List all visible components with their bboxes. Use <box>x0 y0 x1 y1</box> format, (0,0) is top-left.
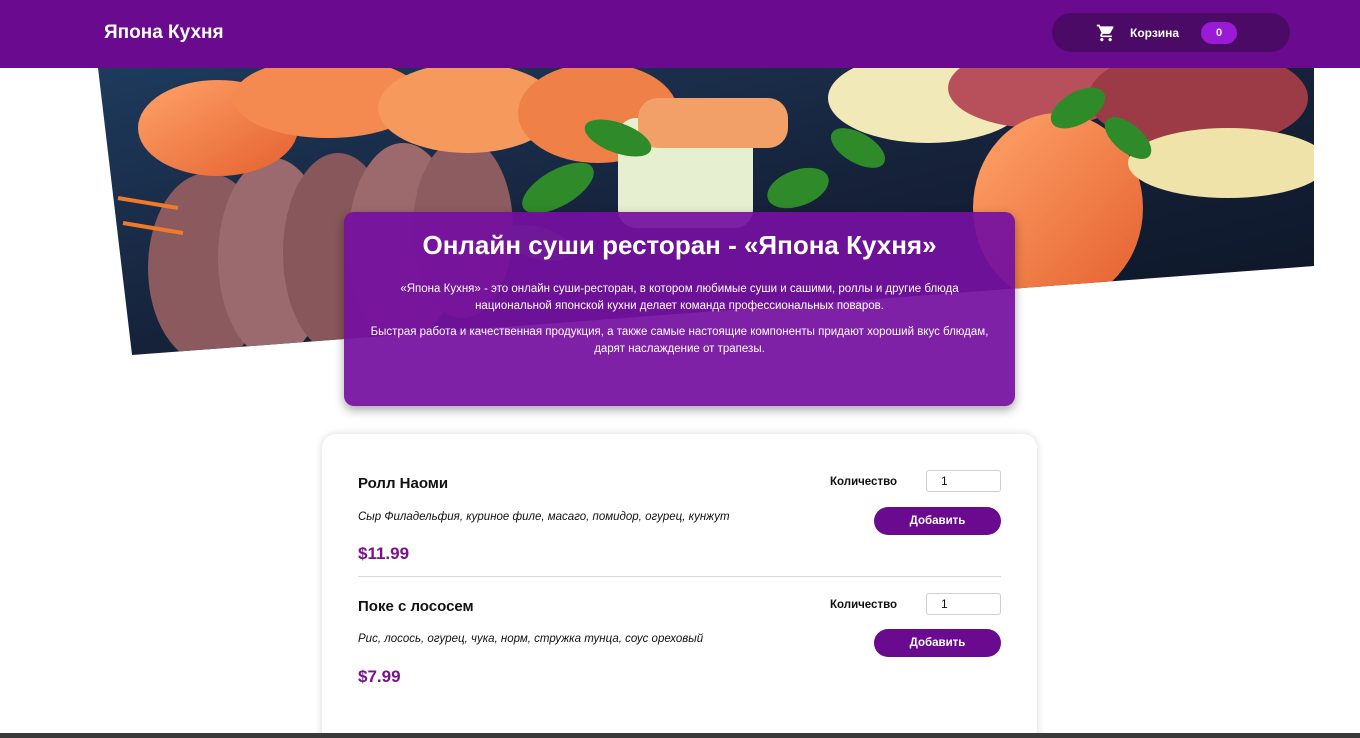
hero-paragraph-2: Быстрая работа и качественная продукция,… <box>370 326 989 355</box>
quantity-label: Количество <box>830 599 898 611</box>
cart-icon <box>1096 24 1114 41</box>
menu-item: Ролл Наоми Сыр Филадельфия, куриное филе… <box>358 434 1001 576</box>
cart-button[interactable]: Корзина 0 <box>1052 13 1290 52</box>
menu-item: Поке с лососем Рис, лосось, огурец, чука… <box>358 576 1001 718</box>
item-name: Поке с лососем <box>358 598 474 615</box>
quantity-label: Количество <box>830 476 898 488</box>
item-name: Ролл Наоми <box>358 475 449 492</box>
cart-count-badge: 0 <box>1201 21 1238 44</box>
quantity-input[interactable] <box>926 470 1001 492</box>
item-description: Рис, лосось, огурец, чука, норм, стружка… <box>358 633 704 645</box>
hero-info-card: Онлайн суши ресторан - «Япона Кухня» «Яп… <box>344 212 1015 406</box>
add-to-cart-button[interactable]: Добавить <box>874 507 1001 535</box>
item-price: $7.99 <box>358 667 401 686</box>
window-bottom-edge <box>0 733 1360 738</box>
hero-title: Онлайн суши ресторан - «Япона Кухня» <box>422 230 937 260</box>
top-navbar: Япона Кухня Корзина 0 <box>0 0 1360 68</box>
brand-logo[interactable]: Япона Кухня <box>104 22 224 44</box>
item-price: $11.99 <box>358 544 410 563</box>
add-to-cart-button[interactable]: Добавить <box>874 629 1001 657</box>
quantity-input[interactable] <box>926 593 1001 615</box>
hero-paragraph-1: «Япона Кухня» - это онлайн суши-ресторан… <box>400 283 959 312</box>
cart-label: Корзина <box>1130 25 1180 40</box>
item-description: Сыр Филадельфия, куриное филе, масаго, п… <box>358 511 730 523</box>
menu-list: Ролл Наоми Сыр Филадельфия, куриное филе… <box>322 434 1037 738</box>
